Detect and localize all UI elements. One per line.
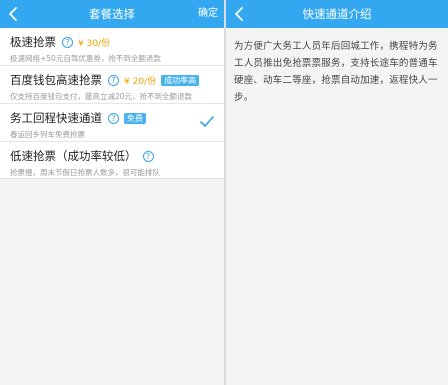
package-option-slow[interactable]: 低速抢票（成功率较低） ? 抢票慢，周末节假日抢票人数多，很可能排队 [0, 142, 224, 179]
option-description: 春运回乡列车免费抢票 [10, 130, 85, 139]
question-circle-icon[interactable]: ? [142, 150, 154, 162]
package-option-baidu-wallet[interactable]: 百度钱包高速抢票 ? ¥ 20/份 成功率高 仅支持百度钱包支付，最高立减20元… [0, 66, 224, 104]
option-description: 仅支持百度钱包支付，最高立减20元，抢不到全额退款 [10, 92, 193, 101]
option-price: ¥ 20/份 [124, 76, 157, 87]
navbar: 快速通道介绍 [226, 0, 448, 28]
intro-text: 为方便广大务工人员年后回城工作，携程特为务工人员推出免抢票票服务，支持长途车的普… [234, 41, 438, 103]
option-title: 低速抢票（成功率较低） [10, 149, 137, 163]
option-title: 百度钱包高速抢票 [10, 73, 102, 87]
question-circle-icon[interactable]: ? [108, 74, 119, 86]
option-description: 极速网络+50元自驾优惠券，抢不到全额退款 [10, 54, 161, 63]
package-selection-screen: 套餐选择 确定 极速抢票 ? ¥ 30/份 极速网络+50元自驾优惠券，抢不到全… [0, 0, 224, 385]
question-circle-icon[interactable]: ? [108, 112, 119, 124]
option-description: 抢票慢，周末节假日抢票人数多，很可能排队 [10, 168, 160, 177]
fast-channel-intro-screen: 快速通道介绍 为方便广大务工人员年后回城工作，携程特为务工人员推出免抢票票服务，… [226, 0, 448, 385]
status-badge: 成功率高 [161, 74, 200, 86]
option-title: 极速抢票 [10, 35, 56, 49]
package-option-fast[interactable]: 极速抢票 ? ¥ 30/份 极速网络+50元自驾优惠券，抢不到全额退款 [0, 28, 224, 66]
checkmark-icon [200, 116, 214, 127]
question-circle-icon[interactable]: ? [62, 36, 73, 48]
free-badge: 免费 [124, 112, 146, 124]
navbar: 套餐选择 确定 [0, 0, 224, 28]
option-price: ¥ 30/份 [78, 38, 111, 49]
package-list: 极速抢票 ? ¥ 30/份 极速网络+50元自驾优惠券，抢不到全额退款 百度钱包… [0, 28, 224, 179]
page-title: 套餐选择 [89, 7, 135, 21]
confirm-button[interactable]: 确定 [198, 0, 218, 28]
page-title: 快速通道介绍 [302, 7, 372, 21]
option-title: 务工回程快速通道 [10, 111, 102, 125]
package-option-worker-return[interactable]: 务工回程快速通道 ? 免费 春运回乡列车免费抢票 [0, 104, 224, 142]
